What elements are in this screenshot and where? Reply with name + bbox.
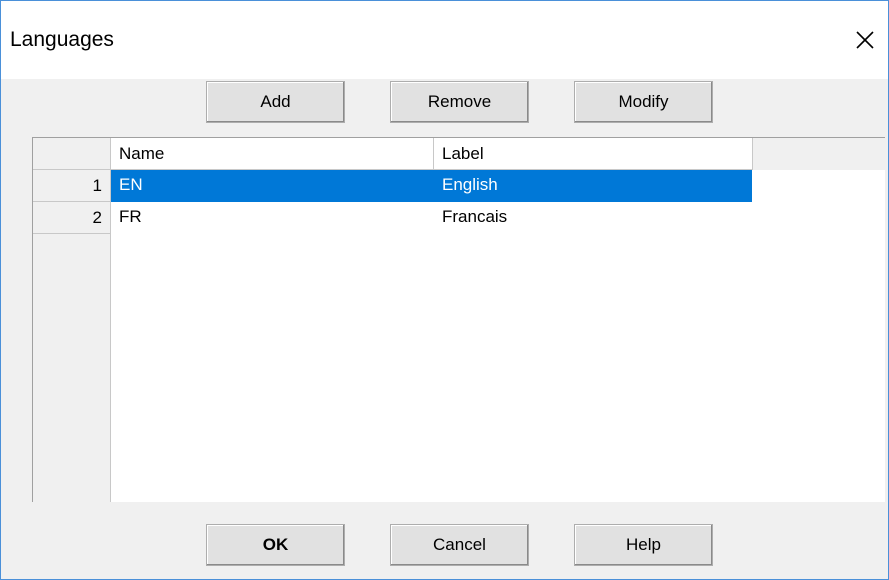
row-header-column: 1 2 <box>33 170 111 502</box>
table-row[interactable]: EN English <box>111 170 752 202</box>
close-button[interactable] <box>848 23 882 57</box>
grid-corner-cell <box>33 138 111 170</box>
languages-dialog: Languages Add Remove Modify Name Label 1… <box>0 0 889 580</box>
languages-grid[interactable]: Name Label 1 2 EN English FR Francais <box>32 137 885 502</box>
cell-name: EN <box>119 175 143 194</box>
grid-header: Name Label <box>33 138 885 170</box>
column-header-name[interactable]: Name <box>111 138 434 170</box>
dialog-title: Languages <box>10 28 114 51</box>
title-bar: Languages <box>1 1 888 79</box>
cell-name: FR <box>119 207 142 226</box>
add-button[interactable]: Add <box>206 81 345 123</box>
ok-button[interactable]: OK <box>206 524 345 566</box>
modify-button[interactable]: Modify <box>574 81 713 123</box>
close-icon <box>856 31 874 49</box>
column-header-label[interactable]: Label <box>434 138 753 170</box>
cell-label: English <box>442 175 498 194</box>
remove-button[interactable]: Remove <box>390 81 529 123</box>
table-row[interactable]: FR Francais <box>111 202 752 234</box>
row-number[interactable]: 1 <box>33 170 110 202</box>
cell-label: Francais <box>442 207 508 226</box>
row-number[interactable]: 2 <box>33 202 110 234</box>
help-button[interactable]: Help <box>574 524 713 566</box>
cancel-button[interactable]: Cancel <box>390 524 529 566</box>
